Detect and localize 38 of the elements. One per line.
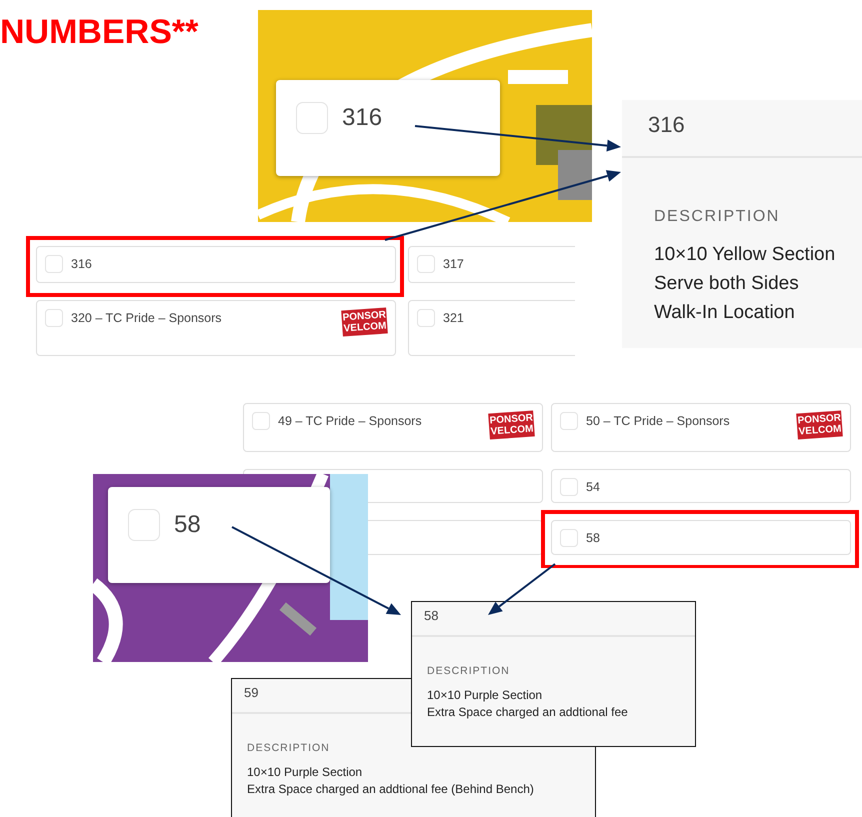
booth-label: 54 <box>586 479 600 496</box>
sponsor-logo: PONSOR VELCOM <box>340 307 388 337</box>
booth-card[interactable]: 50 – TC Pride – Sponsors PONSOR VELCOM <box>551 403 851 452</box>
checkbox[interactable] <box>45 255 63 273</box>
booth-label: 321 <box>443 310 464 327</box>
checkbox[interactable] <box>128 509 160 541</box>
booth-label: 49 – TC Pride – Sponsors <box>278 413 422 430</box>
slide-title: NUMBERS** <box>0 12 198 52</box>
checkbox[interactable] <box>417 255 435 273</box>
booth-label: 317 <box>443 256 464 273</box>
booth-number: 316 <box>342 103 382 133</box>
booth-label: 316 <box>71 256 92 273</box>
booth-card[interactable]: 58 <box>551 520 851 555</box>
description-text: 10×10 Purple Section Extra Space charged an addtional fee (Behind Bench) <box>247 764 535 798</box>
booth-label: 320 – TC Pride – Sponsors <box>71 310 222 327</box>
sponsor-logo: PONSOR VELCOM <box>796 410 843 440</box>
booth-number: 58 <box>174 510 201 540</box>
section-label: DESCRIPTION <box>654 208 781 226</box>
checkbox[interactable] <box>252 412 270 430</box>
checkbox[interactable] <box>560 529 578 547</box>
booth-card[interactable]: 321 <box>408 300 575 356</box>
booth-card[interactable]: 316 <box>36 246 396 283</box>
booth-label: 58 <box>586 530 600 547</box>
section-label: DESCRIPTION <box>247 742 331 754</box>
checkbox[interactable] <box>296 102 328 134</box>
booth-card[interactable]: 320 – TC Pride – Sponsors PONSOR VELCOM <box>36 300 396 356</box>
checkbox[interactable] <box>560 478 578 496</box>
booth-card[interactable]: 49 – TC Pride – Sponsors PONSOR VELCOM <box>243 403 543 452</box>
checkbox[interactable] <box>417 309 435 327</box>
checkbox[interactable] <box>45 309 63 327</box>
booth-label: 50 – TC Pride – Sponsors <box>586 413 730 430</box>
section-label: DESCRIPTION <box>427 665 511 677</box>
checkbox[interactable] <box>560 412 578 430</box>
booth-card[interactable]: 54 <box>551 469 851 503</box>
booth-number: 316 <box>622 100 862 158</box>
arrow <box>488 563 556 615</box>
sponsor-logo: PONSOR VELCOM <box>488 410 535 440</box>
booth-card[interactable]: 317 <box>408 246 575 283</box>
